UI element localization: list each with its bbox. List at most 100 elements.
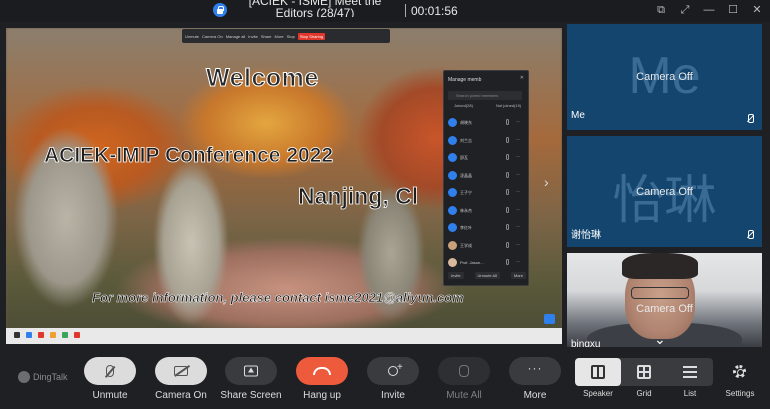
mute-all-button[interactable]: Mute All — [431, 357, 497, 403]
more-icon: ··· — [516, 136, 520, 143]
settings-label: Settings — [725, 389, 755, 398]
mic-icon — [506, 241, 509, 248]
manage-invite-button: Invite — [448, 272, 464, 279]
avatar — [448, 258, 457, 267]
list-item: Prof. Jason... ··· — [448, 255, 526, 273]
shared-toolbar-item: More — [274, 33, 284, 39]
unmute-pill[interactable] — [84, 357, 136, 385]
more-button[interactable]: ··· More — [502, 357, 568, 403]
mic-icon — [506, 206, 509, 213]
member-name: 刘兰吉 — [460, 137, 472, 143]
more-icon: ··· — [516, 206, 520, 213]
fullscreen-icon[interactable]: ⤢ — [678, 3, 692, 17]
chevron-down-icon[interactable]: ⌄ — [654, 331, 666, 347]
participant-name: Me — [571, 110, 585, 121]
close-icon[interactable]: ✕ — [750, 3, 764, 17]
list-item: 凌晶晶 ··· — [448, 168, 526, 186]
manage-search-box: Search joined members — [448, 91, 522, 100]
dingtalk-logo-text: DingTalk — [33, 372, 68, 382]
invite-button[interactable]: Invite — [360, 357, 426, 403]
mute-all-pill[interactable] — [438, 357, 490, 385]
meeting-title: [ACIEK - ISME] Meet the Editors (28/47) — [248, 0, 382, 17]
gear-icon — [733, 365, 746, 378]
list-item: 王学成 ··· — [448, 238, 526, 256]
speaker-view-button[interactable] — [575, 358, 621, 386]
hang-up-pill[interactable] — [296, 357, 348, 385]
participant-name: 谢怡琳 — [571, 230, 601, 241]
add-user-icon — [388, 362, 403, 376]
member-name: 王学成 — [460, 242, 472, 248]
list-view-icon — [683, 366, 697, 378]
shared-screen[interactable]: Unmute Camera On Manage all Invite Share… — [6, 28, 562, 344]
settings-button[interactable]: Settings — [722, 360, 758, 400]
avatar — [448, 170, 457, 180]
more-icon: ··· — [516, 154, 520, 160]
invite-pill[interactable] — [367, 357, 419, 385]
float-window-icon[interactable]: ⧉ — [654, 3, 668, 17]
window-controls: ⧉ ⤢ — ☐ ✕ — [654, 3, 764, 17]
share-screen-pill[interactable] — [225, 357, 277, 385]
member-name: 凌晶晶 — [460, 172, 472, 178]
share-screen-button[interactable]: Share Screen — [218, 357, 284, 403]
shared-meeting-toolbar: Unmute Camera On Manage all Invite Share… — [182, 29, 390, 43]
invite-label: Invite — [381, 390, 405, 401]
mute-all-icon — [459, 365, 469, 377]
avatar — [448, 188, 457, 197]
mic-icon — [506, 259, 509, 265]
video-tile-participant[interactable]: Camera Off bingxu ⌄ — [567, 253, 762, 347]
shared-toolbar-item: Manage all — [225, 33, 246, 39]
manage-panel-actions: Invite Unmute All More — [448, 272, 526, 279]
list-view-label: List — [683, 389, 697, 398]
maximize-icon[interactable]: ☐ — [726, 3, 740, 17]
list-item: 林永杰 ··· — [448, 203, 526, 221]
speaker-view-icon — [591, 365, 605, 379]
taskbar-app-icon — [50, 332, 56, 338]
slide-contact-info: For more information, please contact ism… — [92, 290, 464, 306]
tab-joined: Joined(28) — [454, 103, 473, 108]
more-pill[interactable]: ··· — [509, 357, 561, 385]
grid-view-button[interactable] — [621, 358, 667, 386]
list-item: 王子宁 ··· — [448, 185, 526, 203]
unmute-label: Unmute — [92, 390, 128, 401]
shared-toolbar-item: Share — [260, 33, 272, 39]
grid-view-icon — [637, 365, 651, 379]
shared-toolbar-item: Invite — [248, 33, 258, 39]
more-label: More — [523, 390, 547, 401]
chat-icon[interactable] — [544, 314, 555, 324]
manage-panel-title: Manage memb — [448, 77, 482, 83]
mic-icon — [506, 154, 509, 160]
camera-on-button[interactable]: Camera On — [148, 357, 214, 403]
manage-tabs: Joined(28) Not joined(19) — [448, 103, 526, 111]
video-tile-me[interactable]: Me Camera Off Me — [567, 24, 762, 130]
more-icon: ··· — [516, 241, 520, 248]
member-name: 邵瓦 — [460, 155, 468, 160]
layout-switcher — [575, 358, 713, 386]
shared-toolbar-item: Camera On — [202, 33, 223, 39]
video-tile-participant[interactable]: 怡琳 Camera Off 谢怡琳 — [567, 136, 762, 247]
meeting-window: [ACIEK - ISME] Meet the Editors (28/47) … — [0, 0, 770, 409]
more-icon: ··· — [516, 224, 520, 230]
taskbar-app-icon — [74, 332, 80, 338]
avatar — [448, 223, 457, 232]
slide-city-text: Nanjing, Cl — [298, 183, 419, 210]
member-list: 胡晓东 ··· 刘兰吉 ··· 邵瓦 ··· 凌晶晶 ··· 王子宁 ··· 林永杰 ···… — [448, 115, 526, 273]
chevron-right-icon[interactable]: › — [544, 174, 549, 190]
mute-all-label: Mute All — [446, 390, 482, 401]
manage-close-icon: ✕ — [519, 75, 524, 81]
taskbar-app-icon — [14, 332, 20, 338]
taskbar-app-icon — [62, 332, 68, 338]
mic-icon — [506, 119, 509, 125]
list-item: 李红叶 ··· — [448, 220, 526, 238]
manage-search-placeholder: Search joined members — [456, 93, 499, 98]
phone-hangup-icon — [313, 367, 331, 375]
title-divider — [405, 4, 406, 17]
title-bar: [ACIEK - ISME] Meet the Editors (28/47) … — [0, 0, 770, 22]
camera-on-pill[interactable] — [155, 357, 207, 385]
list-view-button[interactable] — [667, 358, 713, 386]
hang-up-button[interactable]: Hang up — [289, 357, 355, 403]
unmute-button[interactable]: Unmute — [77, 357, 143, 403]
shared-stop-sharing: Stop Sharing — [297, 32, 326, 40]
participant-photo-glasses — [631, 287, 689, 299]
minimize-icon[interactable]: — — [702, 3, 716, 17]
grid-view-label: Grid — [636, 389, 652, 398]
